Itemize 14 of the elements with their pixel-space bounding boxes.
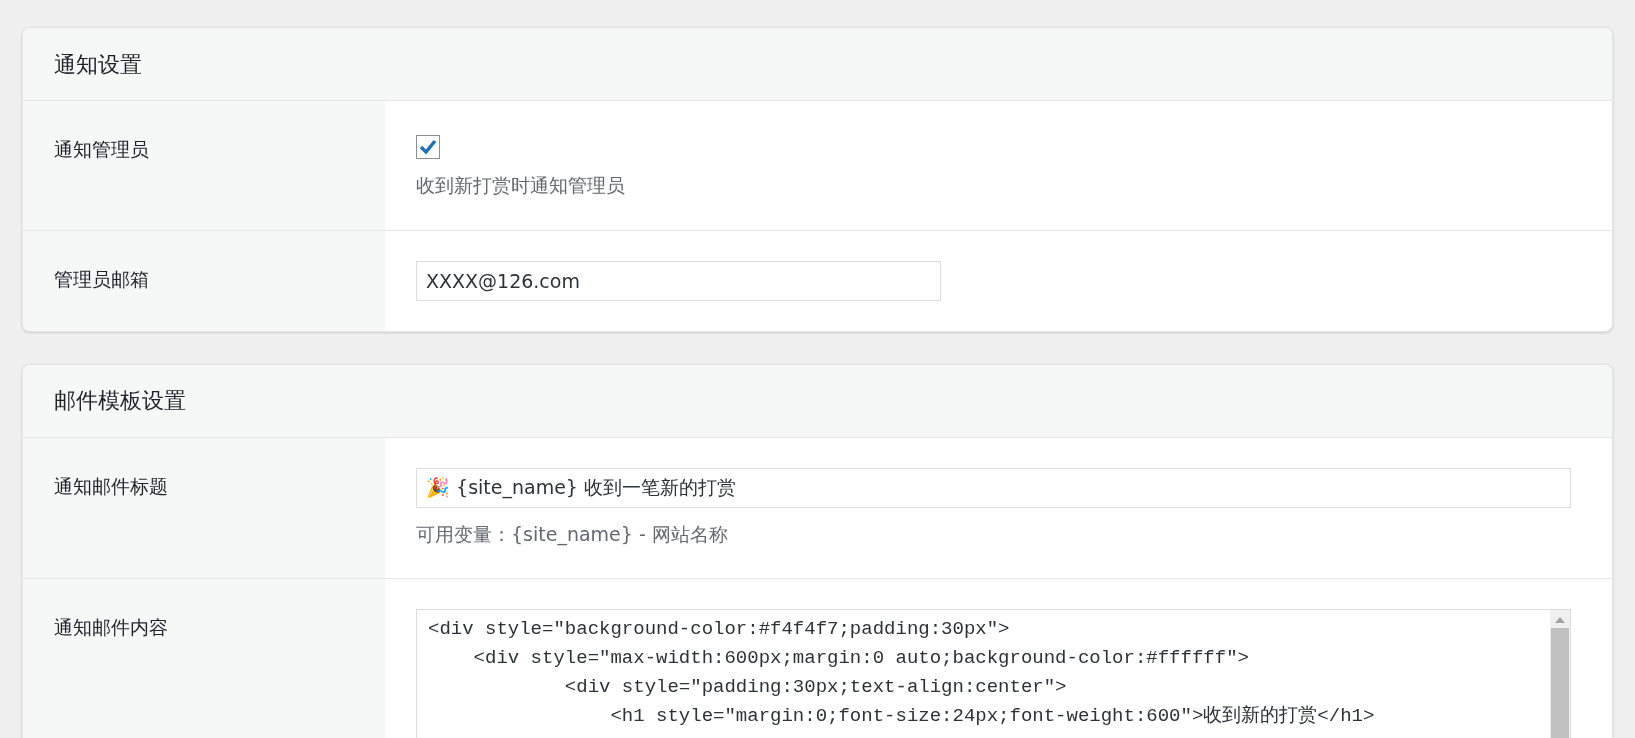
field-label: 通知管理员 xyxy=(54,138,149,160)
field-description: 可用变量：{site_name} - 网站名称 xyxy=(416,521,729,548)
checkbox-description: 收到新打赏时通知管理员 xyxy=(416,173,626,198)
text-input-field[interactable]: XXXX@126.com xyxy=(416,260,941,301)
card-title: 通知设置 xyxy=(54,50,142,79)
field-label: 管理员邮箱 xyxy=(54,267,149,290)
field-label: 通知邮件标题 xyxy=(54,474,168,497)
code-textarea[interactable]: <div style="background-color:#f4f4f7;padding:30px"> <div style="max-width:600px;margin:0 auto;background-color:#ffffff"> <div style="padding:30px;text-align:center"> <h1 style="margin:0;font-size:24px;font-weight:600">收到新的打赏</h1> xyxy=(416,609,1571,738)
text-input-field[interactable]: 🎉 {site_name} 收到一笔新的打赏 xyxy=(416,467,1571,508)
scroll-up-arrow-icon[interactable] xyxy=(1555,617,1565,623)
checkmark-icon xyxy=(419,139,437,155)
field-label: 通知邮件内容 xyxy=(54,616,168,638)
checkbox[interactable] xyxy=(416,135,440,159)
card-title: 邮件模板设置 xyxy=(54,387,186,415)
